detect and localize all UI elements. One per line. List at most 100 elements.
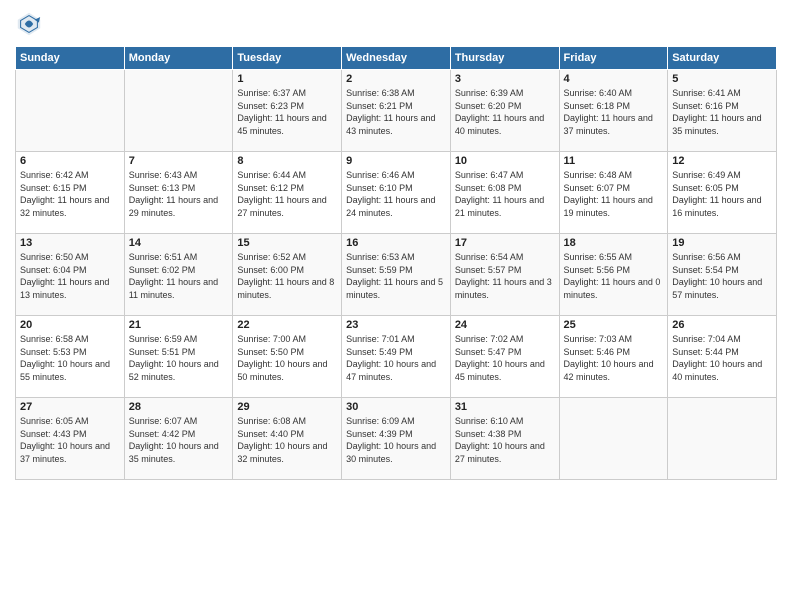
calendar-cell: 29 Sunrise: 6:08 AM Sunset: 4:40 PM Dayli… (233, 398, 342, 480)
calendar-table: SundayMondayTuesdayWednesdayThursdayFrid… (15, 46, 777, 480)
calendar-cell: 7 Sunrise: 6:43 AM Sunset: 6:13 PM Daylig… (124, 152, 233, 234)
cell-info: Sunrise: 6:49 AM Sunset: 6:05 PM Dayligh… (672, 169, 772, 219)
cell-info: Sunrise: 7:03 AM Sunset: 5:46 PM Dayligh… (564, 333, 664, 383)
calendar-cell: 16 Sunrise: 6:53 AM Sunset: 5:59 PM Dayli… (342, 234, 451, 316)
cell-info: Sunrise: 6:59 AM Sunset: 5:51 PM Dayligh… (129, 333, 229, 383)
cell-info: Sunrise: 7:01 AM Sunset: 5:49 PM Dayligh… (346, 333, 446, 383)
day-number: 7 (129, 155, 229, 167)
calendar-cell: 15 Sunrise: 6:52 AM Sunset: 6:00 PM Dayli… (233, 234, 342, 316)
cell-info: Sunrise: 6:08 AM Sunset: 4:40 PM Dayligh… (237, 415, 337, 465)
day-number: 24 (455, 319, 555, 331)
day-number: 28 (129, 401, 229, 413)
calendar-cell: 20 Sunrise: 6:58 AM Sunset: 5:53 PM Dayli… (16, 316, 125, 398)
calendar-header-row: SundayMondayTuesdayWednesdayThursdayFrid… (16, 47, 777, 70)
week-row-4: 20 Sunrise: 6:58 AM Sunset: 5:53 PM Dayli… (16, 316, 777, 398)
cell-info: Sunrise: 6:50 AM Sunset: 6:04 PM Dayligh… (20, 251, 120, 301)
calendar-cell (124, 70, 233, 152)
day-number: 30 (346, 401, 446, 413)
day-number: 19 (672, 237, 772, 249)
calendar-cell: 11 Sunrise: 6:48 AM Sunset: 6:07 PM Dayli… (559, 152, 668, 234)
day-number: 5 (672, 73, 772, 85)
cell-info: Sunrise: 6:38 AM Sunset: 6:21 PM Dayligh… (346, 87, 446, 137)
day-number: 12 (672, 155, 772, 167)
day-number: 23 (346, 319, 446, 331)
calendar-cell: 17 Sunrise: 6:54 AM Sunset: 5:57 PM Dayli… (450, 234, 559, 316)
day-number: 27 (20, 401, 120, 413)
day-number: 25 (564, 319, 664, 331)
cell-info: Sunrise: 6:07 AM Sunset: 4:42 PM Dayligh… (129, 415, 229, 465)
calendar-cell: 19 Sunrise: 6:56 AM Sunset: 5:54 PM Dayli… (668, 234, 777, 316)
day-number: 17 (455, 237, 555, 249)
calendar-cell: 30 Sunrise: 6:09 AM Sunset: 4:39 PM Dayli… (342, 398, 451, 480)
calendar-cell (559, 398, 668, 480)
cell-info: Sunrise: 6:56 AM Sunset: 5:54 PM Dayligh… (672, 251, 772, 301)
day-number: 15 (237, 237, 337, 249)
day-number: 31 (455, 401, 555, 413)
cell-info: Sunrise: 6:40 AM Sunset: 6:18 PM Dayligh… (564, 87, 664, 137)
week-row-5: 27 Sunrise: 6:05 AM Sunset: 4:43 PM Dayli… (16, 398, 777, 480)
week-row-2: 6 Sunrise: 6:42 AM Sunset: 6:15 PM Daylig… (16, 152, 777, 234)
cell-info: Sunrise: 6:52 AM Sunset: 6:00 PM Dayligh… (237, 251, 337, 301)
calendar-cell: 22 Sunrise: 7:00 AM Sunset: 5:50 PM Dayli… (233, 316, 342, 398)
calendar-cell: 23 Sunrise: 7:01 AM Sunset: 5:49 PM Dayli… (342, 316, 451, 398)
day-number: 21 (129, 319, 229, 331)
day-number: 16 (346, 237, 446, 249)
logo (15, 10, 47, 38)
day-number: 20 (20, 319, 120, 331)
cell-info: Sunrise: 6:54 AM Sunset: 5:57 PM Dayligh… (455, 251, 555, 301)
cell-info: Sunrise: 7:00 AM Sunset: 5:50 PM Dayligh… (237, 333, 337, 383)
cell-info: Sunrise: 6:48 AM Sunset: 6:07 PM Dayligh… (564, 169, 664, 219)
calendar-cell (668, 398, 777, 480)
calendar-cell: 18Sunrise: 6:55 AM Sunset: 5:56 PM Dayli… (559, 234, 668, 316)
day-header-saturday: Saturday (668, 47, 777, 70)
day-header-friday: Friday (559, 47, 668, 70)
cell-info: Sunrise: 6:58 AM Sunset: 5:53 PM Dayligh… (20, 333, 120, 383)
calendar-cell: 2Sunrise: 6:38 AM Sunset: 6:21 PM Daylig… (342, 70, 451, 152)
day-number: 14 (129, 237, 229, 249)
calendar-cell: 8 Sunrise: 6:44 AM Sunset: 6:12 PM Daylig… (233, 152, 342, 234)
cell-info: Sunrise: 6:09 AM Sunset: 4:39 PM Dayligh… (346, 415, 446, 465)
cell-info: Sunrise: 6:10 AM Sunset: 4:38 PM Dayligh… (455, 415, 555, 465)
day-number: 1 (237, 73, 337, 85)
day-number: 8 (237, 155, 337, 167)
cell-info: Sunrise: 7:04 AM Sunset: 5:44 PM Dayligh… (672, 333, 772, 383)
calendar-cell: 27 Sunrise: 6:05 AM Sunset: 4:43 PM Dayli… (16, 398, 125, 480)
day-number: 11 (564, 155, 664, 167)
cell-info: Sunrise: 6:44 AM Sunset: 6:12 PM Dayligh… (237, 169, 337, 219)
week-row-3: 13 Sunrise: 6:50 AM Sunset: 6:04 PM Dayli… (16, 234, 777, 316)
calendar-cell: 24 Sunrise: 7:02 AM Sunset: 5:47 PM Dayli… (450, 316, 559, 398)
calendar-cell: 28 Sunrise: 6:07 AM Sunset: 4:42 PM Dayli… (124, 398, 233, 480)
day-number: 3 (455, 73, 555, 85)
cell-info: Sunrise: 6:39 AM Sunset: 6:20 PM Dayligh… (455, 87, 555, 137)
cell-info: Sunrise: 6:47 AM Sunset: 6:08 PM Dayligh… (455, 169, 555, 219)
day-number: 6 (20, 155, 120, 167)
day-number: 13 (20, 237, 120, 249)
cell-info: Sunrise: 7:02 AM Sunset: 5:47 PM Dayligh… (455, 333, 555, 383)
calendar-cell (16, 70, 125, 152)
day-header-monday: Monday (124, 47, 233, 70)
calendar-cell: 21 Sunrise: 6:59 AM Sunset: 5:51 PM Dayli… (124, 316, 233, 398)
calendar-cell: 5 Sunrise: 6:41 AM Sunset: 6:16 PM Daylig… (668, 70, 777, 152)
day-number: 10 (455, 155, 555, 167)
calendar-cell: 12 Sunrise: 6:49 AM Sunset: 6:05 PM Dayli… (668, 152, 777, 234)
calendar-cell: 1 Sunrise: 6:37 AM Sunset: 6:23 PM Daylig… (233, 70, 342, 152)
cell-info: Sunrise: 6:05 AM Sunset: 4:43 PM Dayligh… (20, 415, 120, 465)
day-number: 29 (237, 401, 337, 413)
week-row-1: 1 Sunrise: 6:37 AM Sunset: 6:23 PM Daylig… (16, 70, 777, 152)
calendar-cell: 6 Sunrise: 6:42 AM Sunset: 6:15 PM Daylig… (16, 152, 125, 234)
calendar-cell: 14 Sunrise: 6:51 AM Sunset: 6:02 PM Dayli… (124, 234, 233, 316)
day-number: 18 (564, 237, 664, 249)
cell-info: Sunrise: 6:51 AM Sunset: 6:02 PM Dayligh… (129, 251, 229, 301)
cell-info: Sunrise: 6:53 AM Sunset: 5:59 PM Dayligh… (346, 251, 446, 301)
cell-info: Sunrise: 6:37 AM Sunset: 6:23 PM Dayligh… (237, 87, 337, 137)
calendar-cell: 3 Sunrise: 6:39 AM Sunset: 6:20 PM Daylig… (450, 70, 559, 152)
day-number: 22 (237, 319, 337, 331)
day-header-thursday: Thursday (450, 47, 559, 70)
calendar-cell: 25 Sunrise: 7:03 AM Sunset: 5:46 PM Dayli… (559, 316, 668, 398)
cell-info: Sunrise: 6:41 AM Sunset: 6:16 PM Dayligh… (672, 87, 772, 137)
day-header-sunday: Sunday (16, 47, 125, 70)
calendar-cell: 10 Sunrise: 6:47 AM Sunset: 6:08 PM Dayli… (450, 152, 559, 234)
cell-info: Sunrise: 6:43 AM Sunset: 6:13 PM Dayligh… (129, 169, 229, 219)
cell-info: Sunrise: 6:42 AM Sunset: 6:15 PM Dayligh… (20, 169, 120, 219)
header (15, 10, 777, 38)
